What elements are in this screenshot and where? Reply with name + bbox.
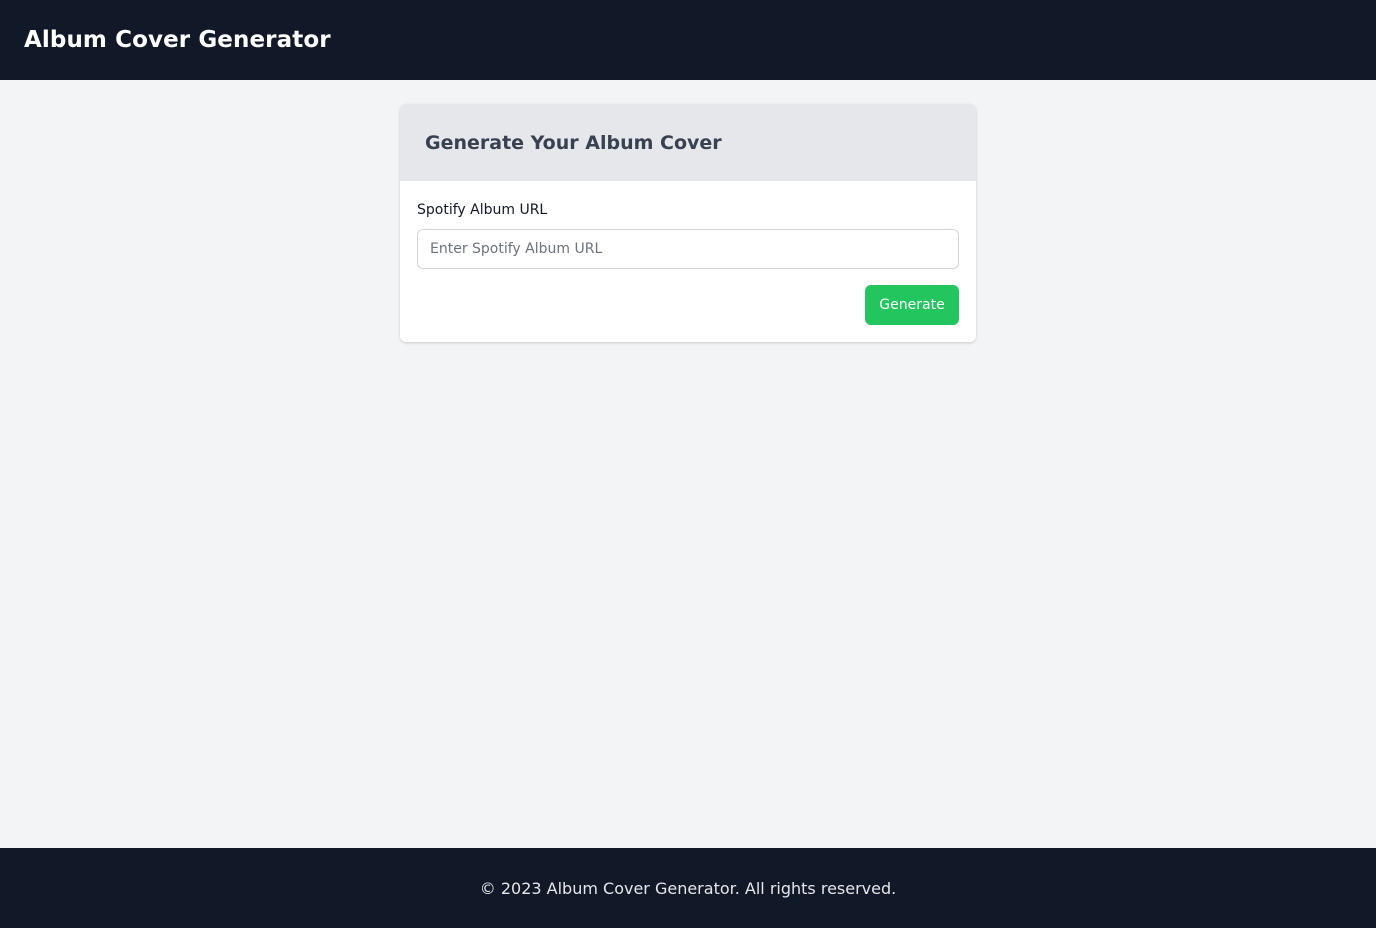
copyright-text: © 2023 Album Cover Generator. All rights…: [479, 878, 897, 898]
card-actions: Generate: [417, 285, 959, 325]
card-header: Generate Your Album Cover: [400, 104, 976, 181]
generate-button[interactable]: Generate: [865, 285, 959, 325]
app-header: Album Cover Generator: [0, 0, 1376, 80]
card-body: Spotify Album URL Generate: [400, 181, 976, 341]
app-footer: © 2023 Album Cover Generator. All rights…: [0, 848, 1376, 928]
url-label: Spotify Album URL: [417, 202, 548, 218]
card-title: Generate Your Album Cover: [425, 131, 722, 154]
spotify-url-input[interactable]: [417, 229, 959, 269]
generator-card: Generate Your Album Cover Spotify Album …: [400, 104, 976, 342]
app-title: Album Cover Generator: [24, 27, 331, 53]
